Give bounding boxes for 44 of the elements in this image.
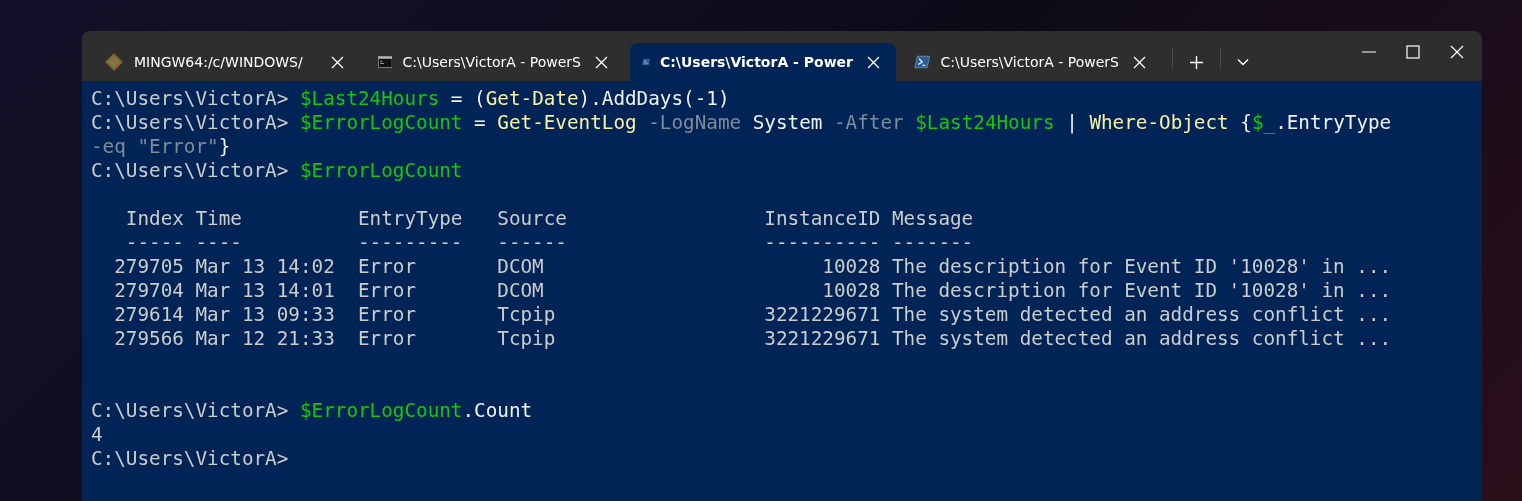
command-text: $Last24Hours <box>299 87 440 110</box>
prompt-text: C:\Users\VictorA> <box>91 87 290 110</box>
tab-title: C:\Users\VictorA - Power <box>659 54 853 70</box>
tab-title: C:\Users\VictorA - PowerS <box>940 54 1119 70</box>
terminal-tab[interactable]: MINGW64:/c/WINDOWS/ <box>92 43 360 81</box>
command-text: $ErrorLogCount <box>299 399 463 422</box>
output-line: ----- ---- --------- ------ ---------- ------- <box>124 231 974 254</box>
command-text: System <box>751 111 824 134</box>
command-text: Get-EventLog <box>497 111 637 134</box>
command-text: $ErrorLogCount <box>299 159 463 182</box>
prompt-text: C:\Users\VictorA> <box>91 399 290 422</box>
tab-title: MINGW64:/c/WINDOWS/ <box>134 54 304 70</box>
prompt-text: C:\Users\VictorA> <box>91 111 290 134</box>
tab-title: C:\Users\VictorA - PowerS <box>402 54 581 70</box>
command-text: .EntryType <box>1275 111 1392 134</box>
command-text: } <box>218 135 231 158</box>
command-text: $ErrorLogCount <box>299 111 463 134</box>
output-line: 279705 Mar 13 14:02 Error DCOM 10028 The description for Event ID '10028' in ... <box>113 255 1392 278</box>
command-text: -After <box>834 111 905 134</box>
terminal-window-icon <box>378 54 393 70</box>
prompt-text: C:\Users\VictorA> <box>91 447 289 470</box>
output-line: Index Time EntryType Source InstanceID Message <box>124 207 974 230</box>
command-text: Where-Object <box>1089 111 1229 134</box>
output-line: 279614 Mar 13 09:33 Error Tcpip 3221229671 The system detected an address conflict ... <box>113 303 1392 326</box>
terminal-tab[interactable]: C:\Users\VictorA - PowerS <box>902 43 1162 81</box>
output-line: 279704 Mar 13 14:01 Error DCOM 10028 The description for Event ID '10028' in ... <box>113 279 1392 302</box>
command-text: = ( <box>449 87 486 110</box>
command-text: | <box>1065 111 1079 134</box>
command-text: -LogName <box>647 111 742 134</box>
command-text: .Count <box>462 399 533 422</box>
command-text: $_ <box>1251 111 1276 134</box>
command-text: Get-Date <box>485 87 579 110</box>
output-line: 4 <box>91 423 103 446</box>
diamond-logo-icon <box>104 52 124 72</box>
terminal-tab[interactable]: C:\Users\VictorA - Power <box>630 43 896 81</box>
command-text: -eq "Error" <box>91 135 219 158</box>
output-line: 279566 Mar 12 21:33 Error Tcpip 3221229671 The system detected an address conflict ... <box>113 327 1392 350</box>
prompt-text: C:\Users\VictorA> <box>91 159 290 182</box>
command-text: { <box>1239 111 1252 134</box>
command-text: $Last24Hours <box>915 111 1055 134</box>
command-text: ).AddDays(-1) <box>578 87 730 110</box>
prompt-chevron-icon <box>914 54 931 70</box>
terminal-tab[interactable]: C:\Users\VictorA - PowerS <box>366 43 624 81</box>
command-text: = <box>473 111 487 134</box>
